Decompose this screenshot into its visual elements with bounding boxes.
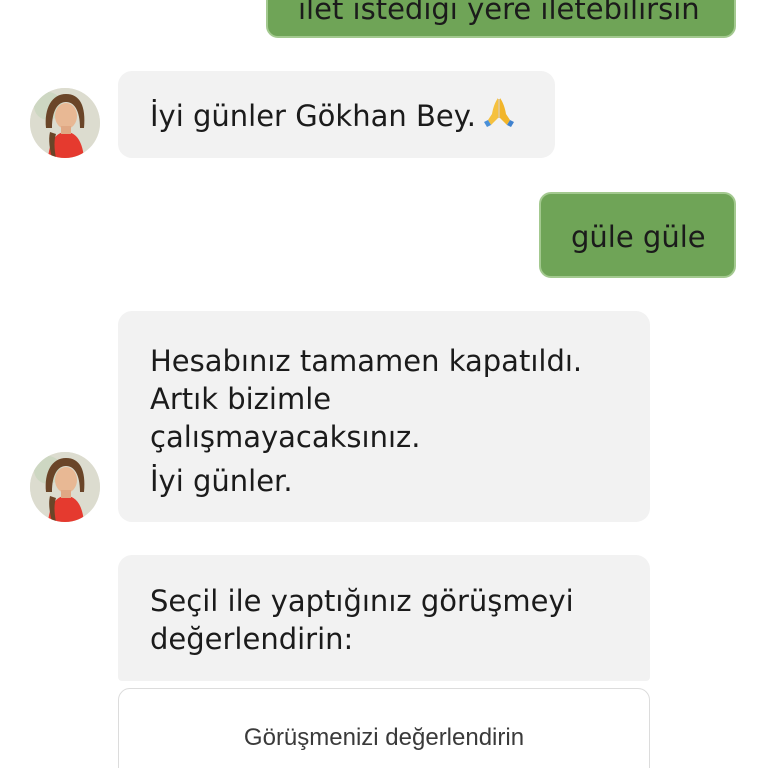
rating-title: Görüşmenizi değerlendirin xyxy=(243,724,525,751)
message-line: İyi günler. xyxy=(150,464,293,498)
message-line: değerlendirin: xyxy=(150,622,354,656)
chat-thread: ilet istediği yere iletebilirsin İyi gün… xyxy=(0,0,768,768)
message-incoming: Hesabınız tamamen kapatıldı. Artık bizim… xyxy=(118,311,650,522)
avatar-image xyxy=(30,88,100,158)
message-line: Artık bizimle xyxy=(150,382,332,416)
message-line: Hesabınız tamamen kapatıldı. xyxy=(150,344,583,378)
agent-avatar xyxy=(30,88,100,158)
message-text: ilet istediği yere iletebilirsin xyxy=(298,0,700,26)
message-line: Seçil ile yaptığınız görüşmeyi xyxy=(150,584,574,618)
message-text: İyi günler Gökhan Bey. xyxy=(150,99,476,133)
message-text: güle güle xyxy=(571,220,706,254)
rating-card[interactable]: Görüşmenizi değerlendirin xyxy=(118,688,650,768)
message-outgoing: güle güle xyxy=(539,192,736,278)
agent-avatar xyxy=(30,452,100,522)
message-incoming: Seçil ile yaptığınız görüşmeyi değerlend… xyxy=(118,555,650,681)
message-line: çalışmayacaksınız. xyxy=(150,420,421,454)
message-incoming: İyi günler Gökhan Bey. xyxy=(118,71,555,158)
folded-hands-icon xyxy=(482,94,516,137)
avatar-image xyxy=(30,452,100,522)
message-outgoing-cut: ilet istediği yere iletebilirsin xyxy=(266,0,736,38)
